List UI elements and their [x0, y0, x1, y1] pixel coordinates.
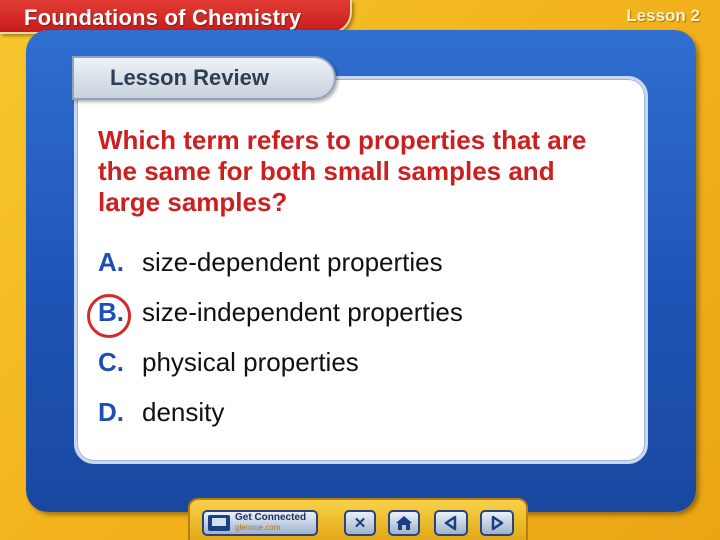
- home-icon: [396, 516, 412, 530]
- answer-letter: A.: [98, 247, 124, 277]
- answer-option-d[interactable]: D. density: [98, 397, 224, 431]
- monitor-icon: [208, 515, 230, 531]
- connect-label: Get Connected: [235, 512, 307, 523]
- answer-letter: C.: [98, 347, 124, 377]
- next-button[interactable]: [480, 510, 514, 536]
- answer-text: density: [142, 397, 225, 427]
- title-tab: Foundations of Chemistry: [0, 0, 352, 34]
- section-label: Lesson Review: [110, 65, 269, 90]
- answer-letter: D.: [98, 397, 124, 427]
- navigation-bar: Get Connected glencoe.com ✕: [188, 498, 528, 540]
- answer-text: size-dependent properties: [142, 247, 443, 277]
- home-button[interactable]: [388, 510, 420, 536]
- previous-icon: [444, 515, 457, 531]
- section-header: Lesson Review: [72, 56, 336, 100]
- answer-option-c[interactable]: C. physical properties: [98, 347, 359, 381]
- next-icon: [491, 515, 504, 531]
- connect-text: Get Connected glencoe.com: [235, 513, 306, 533]
- previous-button[interactable]: [434, 510, 468, 536]
- connect-url: glencoe.com: [235, 523, 281, 532]
- answer-text: physical properties: [142, 347, 359, 377]
- answer-option-b[interactable]: B. size-independent properties: [98, 297, 463, 331]
- close-button[interactable]: ✕: [344, 510, 376, 536]
- get-connected-button[interactable]: Get Connected glencoe.com: [202, 510, 318, 536]
- answer-option-a[interactable]: A. size-dependent properties: [98, 247, 443, 281]
- close-icon: ✕: [353, 514, 367, 532]
- answer-text: size-independent properties: [142, 297, 463, 327]
- selected-answer-ring: [87, 294, 131, 338]
- question-text: Which term refers to properties that are…: [98, 125, 587, 217]
- lesson-tag: Lesson 2: [626, 6, 700, 25]
- page-title: Foundations of Chemistry: [24, 5, 302, 30]
